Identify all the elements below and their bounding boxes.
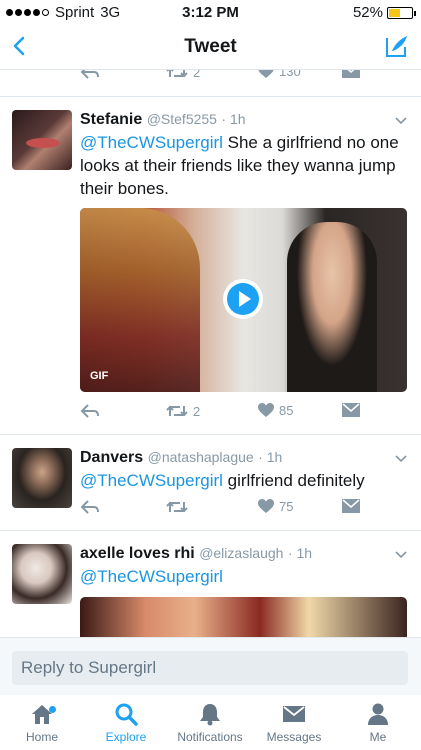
tab-label: Notifications xyxy=(177,730,243,744)
heart-icon xyxy=(258,499,274,513)
envelope-icon xyxy=(342,70,360,78)
envelope-icon xyxy=(342,499,360,513)
avatar[interactable] xyxy=(12,544,72,604)
tweet-header: axelle loves rhi @elizaslaugh · 1h xyxy=(80,543,409,564)
chevron-down-icon[interactable] xyxy=(393,451,409,467)
compose-icon xyxy=(386,36,407,57)
like-count: 130 xyxy=(279,70,301,79)
retweet-icon xyxy=(166,501,188,513)
reply-feed[interactable]: 2 130 Stefanie @Stef5255 · 1h @TheCWSupe… xyxy=(0,70,421,637)
retweet-action[interactable]: 2 xyxy=(166,403,200,419)
author-handle[interactable]: @Stef5255 xyxy=(147,111,217,127)
gif-badge: GIF xyxy=(90,370,109,382)
like-action[interactable]: 75 xyxy=(258,499,293,514)
status-bar: Sprint 3G 3:12 PM 52% xyxy=(0,0,421,24)
tab-home[interactable]: Home xyxy=(0,701,84,744)
tweet-text: @TheCWSupergirl xyxy=(80,565,409,588)
author-name[interactable]: Stefanie xyxy=(80,111,142,128)
retweet-icon xyxy=(166,70,188,78)
mention-link[interactable]: @TheCWSupergirl xyxy=(80,133,223,152)
avatar[interactable] xyxy=(12,448,72,508)
search-icon xyxy=(115,703,138,726)
reply-icon xyxy=(80,500,99,514)
tweet-body-text: girlfriend definitely xyxy=(227,471,365,490)
compose-button[interactable] xyxy=(383,32,411,60)
reply-action[interactable] xyxy=(80,70,100,80)
direct-message-action[interactable] xyxy=(342,70,360,78)
new-content-dot xyxy=(49,706,56,713)
retweet-action[interactable] xyxy=(166,499,193,515)
media-preview[interactable] xyxy=(80,597,407,637)
tab-label: Me xyxy=(369,730,387,744)
play-icon xyxy=(239,291,251,307)
tweet-time: · 1h xyxy=(287,545,313,561)
chevron-down-icon[interactable] xyxy=(393,113,409,129)
tab-bar: Home Explore Notifications Messages Me xyxy=(0,695,421,750)
direct-message-action[interactable] xyxy=(342,499,360,513)
gif-figure-right xyxy=(287,222,377,392)
tweet-time: · 1h xyxy=(221,111,246,127)
page-title: Tweet xyxy=(184,36,237,57)
tab-messages[interactable]: Messages xyxy=(252,701,336,744)
mention-link[interactable]: @TheCWSupergirl xyxy=(80,567,223,586)
tab-label: Explore xyxy=(105,730,147,744)
bell-icon xyxy=(200,704,220,726)
direct-message-action[interactable] xyxy=(342,403,360,417)
mention-link[interactable]: @TheCWSupergirl xyxy=(80,471,223,490)
like-action[interactable]: 85 xyxy=(258,403,293,418)
reply-icon xyxy=(80,404,99,418)
tab-explore[interactable]: Explore xyxy=(84,701,168,744)
nav-bar: Tweet xyxy=(0,24,421,70)
reply-input[interactable] xyxy=(12,651,408,685)
author-name[interactable]: Danvers xyxy=(80,449,143,466)
retweet-action[interactable]: 2 xyxy=(166,70,200,80)
reply-action[interactable] xyxy=(80,499,100,515)
reply-tweet[interactable]: Danvers @natashaplague · 1h @TheCWSuperg… xyxy=(0,435,421,531)
tweet-header: Stefanie @Stef5255 · 1h xyxy=(80,109,409,130)
retweet-count: 2 xyxy=(193,403,201,419)
tweet-text: @TheCWSupergirl girlfriend definitely xyxy=(80,469,409,492)
play-button[interactable] xyxy=(223,279,263,319)
author-handle[interactable]: @natashaplague xyxy=(148,449,254,465)
battery-icon xyxy=(387,6,416,19)
reply-tweet[interactable]: axelle loves rhi @elizaslaugh · 1h @TheC… xyxy=(0,531,421,637)
gif-media[interactable]: GIF xyxy=(80,208,407,392)
tweet-time: · 1h xyxy=(258,449,283,465)
avatar[interactable] xyxy=(12,110,72,170)
reply-icon xyxy=(80,70,99,79)
reply-action[interactable] xyxy=(80,403,100,419)
tab-notifications[interactable]: Notifications xyxy=(168,701,252,744)
heart-icon xyxy=(258,403,274,417)
envelope-icon xyxy=(283,706,305,722)
author-handle[interactable]: @elizaslaugh xyxy=(199,545,283,561)
tab-label: Home xyxy=(25,730,58,744)
author-name[interactable]: axelle loves rhi xyxy=(80,545,195,562)
previous-tweet-actions: 2 130 xyxy=(0,70,421,97)
gif-figure-left xyxy=(80,208,200,392)
like-action[interactable]: 130 xyxy=(258,70,301,79)
retweet-count: 2 xyxy=(193,70,201,80)
reply-tweet[interactable]: Stefanie @Stef5255 · 1h @TheCWSupergirl … xyxy=(0,97,421,435)
retweet-icon xyxy=(166,405,188,417)
tab-me[interactable]: Me xyxy=(336,701,420,744)
battery-level xyxy=(389,8,401,17)
home-icon xyxy=(32,705,52,724)
heart-icon xyxy=(258,70,274,78)
envelope-icon xyxy=(342,403,360,417)
tweet-text: @TheCWSupergirl She a girlfriend no one … xyxy=(80,131,409,200)
battery-status: 52% xyxy=(352,4,416,21)
tab-label: Messages xyxy=(266,730,322,744)
like-count: 85 xyxy=(279,403,294,418)
reply-bar xyxy=(0,637,421,695)
person-icon xyxy=(368,703,388,725)
battery-percent: 52% xyxy=(352,4,383,21)
tweet-header: Danvers @natashaplague · 1h xyxy=(80,447,409,468)
chevron-down-icon[interactable] xyxy=(393,547,409,563)
like-count: 75 xyxy=(279,499,294,514)
